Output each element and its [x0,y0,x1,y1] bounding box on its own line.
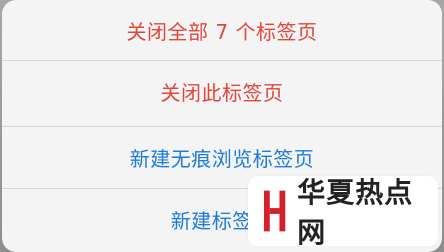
watermark-text: 华夏热点网 [297,176,414,249]
watermark-logo-icon [263,190,286,232]
close-all-tabs-button[interactable]: 关闭全部 7 个标签页 [2,0,442,60]
close-this-tab-button[interactable]: 关闭此标签页 [2,61,442,121]
watermark-badge: 华夏热点网 [248,176,438,249]
